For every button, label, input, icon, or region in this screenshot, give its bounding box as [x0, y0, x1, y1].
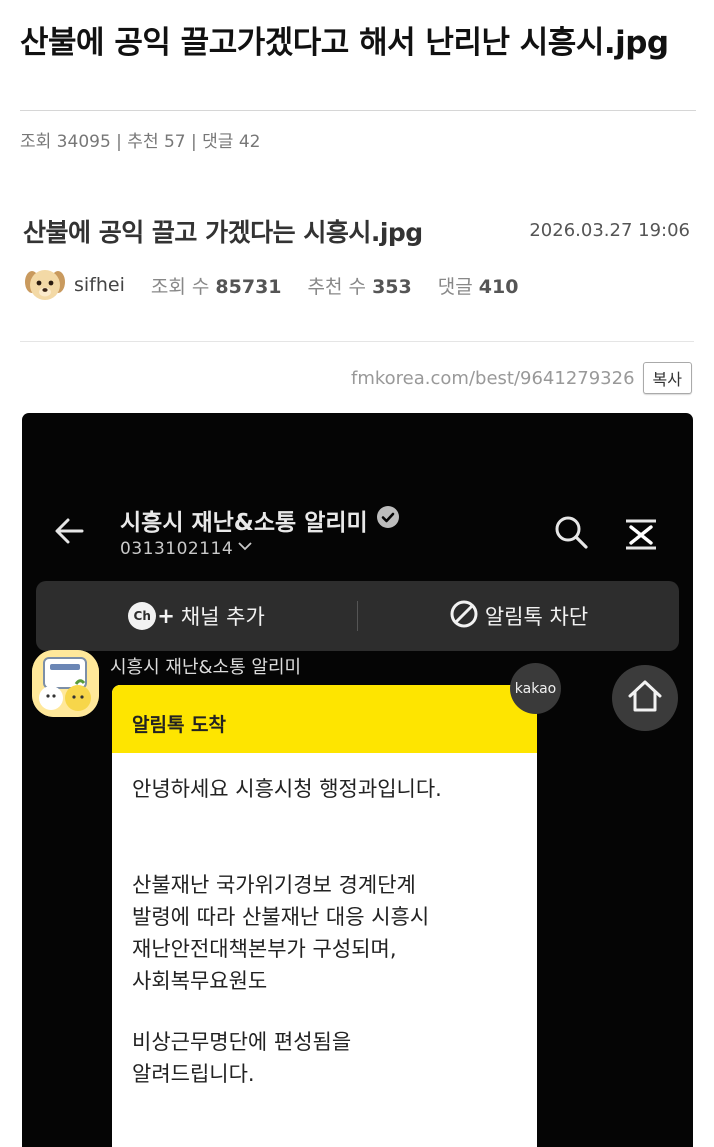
- channel-name: 시흥시 재난&소통 알리미: [120, 510, 368, 536]
- home-icon: [626, 677, 664, 719]
- back-arrow-icon[interactable]: [52, 513, 88, 553]
- alimtalk-message-bubble: 알림톡 도착 안녕하세요 시흥시청 행정과입니다. 산불재난 국가위기경보 경계…: [112, 685, 537, 1147]
- comments-stat[interactable]: 댓글 410: [438, 272, 519, 299]
- home-button[interactable]: [612, 665, 678, 731]
- post-url[interactable]: fmkorea.com/best/9641279326: [351, 368, 635, 389]
- views-label: 조회 수: [150, 275, 210, 298]
- add-channel-button[interactable]: Ch + 채널 추가: [36, 581, 357, 651]
- channel-profile-image[interactable]: [32, 650, 99, 717]
- add-channel-label: 채널 추가: [180, 605, 265, 629]
- post-date: 2026.03.27 19:06: [529, 220, 690, 241]
- block-icon: [449, 599, 479, 634]
- kakao-badge: kakao: [510, 663, 561, 714]
- comments-label: 댓글: [437, 275, 473, 298]
- post-title[interactable]: 산불에 공익 끌고 가겠다는 시흥시.jpg: [23, 213, 423, 249]
- message-sender: 시흥시 재난&소통 알리미: [110, 657, 302, 678]
- message-line: 재난안전대책본부가 구성되며,: [132, 937, 397, 961]
- kakao-chat-screenshot: 시흥시 재난&소통 알리미 0313102114 Ch + 채널 추가 알림톡 …: [22, 413, 693, 1147]
- outer-meta-stats: 조회 34095 | 추천 57 | 댓글 42: [20, 132, 261, 152]
- verified-badge-icon: [376, 505, 400, 535]
- channel-name-row: 시흥시 재난&소통 알리미: [120, 503, 400, 537]
- likes-count: 353: [372, 275, 412, 298]
- bubble-body: 안녕하세요 시흥시청 행정과입니다. 산불재난 국가위기경보 경계단계 발령에 …: [112, 753, 537, 1090]
- menu-close-icon[interactable]: [623, 517, 659, 557]
- channel-number-row[interactable]: 0313102114: [120, 538, 253, 559]
- views-count: 85731: [215, 275, 282, 298]
- message-line: 알려드립니다.: [132, 1062, 255, 1086]
- block-alimtalk-label: 알림톡 차단: [484, 605, 589, 629]
- plus-icon: +: [157, 604, 175, 628]
- title-divider: [20, 110, 696, 111]
- post-url-row: fmkorea.com/best/9641279326 복사: [351, 362, 692, 394]
- author-name[interactable]: sifhei: [74, 274, 125, 296]
- channel-number: 0313102114: [120, 538, 234, 559]
- dog-avatar-icon[interactable]: [24, 264, 66, 306]
- message-line: 안녕하세요 시흥시청 행정과입니다.: [132, 777, 442, 801]
- channel-action-bar: Ch + 채널 추가 알림톡 차단: [36, 581, 679, 651]
- channel-badge-icon: Ch: [128, 602, 157, 630]
- views-stat: 조회 수 85731: [151, 272, 282, 299]
- comments-count: 410: [478, 275, 519, 298]
- likes-stat: 추천 수 353: [308, 272, 412, 299]
- block-alimtalk-button[interactable]: 알림톡 차단: [358, 581, 679, 651]
- search-icon[interactable]: [552, 513, 590, 555]
- message-line: 비상근무명단에 편성됨을: [132, 1030, 352, 1054]
- message-line: 산불재난 국가위기경보 경계단계: [132, 873, 416, 897]
- author-row: sifhei 조회 수 85731 추천 수 353 댓글 410: [24, 265, 544, 305]
- message-line: 사회복무요원도: [132, 969, 268, 993]
- likes-label: 추천 수: [307, 275, 367, 298]
- bubble-header: 알림톡 도착: [112, 685, 537, 753]
- post-divider: [20, 341, 694, 342]
- message-line: 발령에 따라 산불재난 대응 시흥시: [132, 905, 430, 929]
- chevron-down-icon: [237, 538, 253, 559]
- outer-page-title: 산불에 공익 끌고가겠다고 해서 난리난 시흥시.jpg: [20, 25, 669, 61]
- copy-url-button[interactable]: 복사: [642, 362, 692, 394]
